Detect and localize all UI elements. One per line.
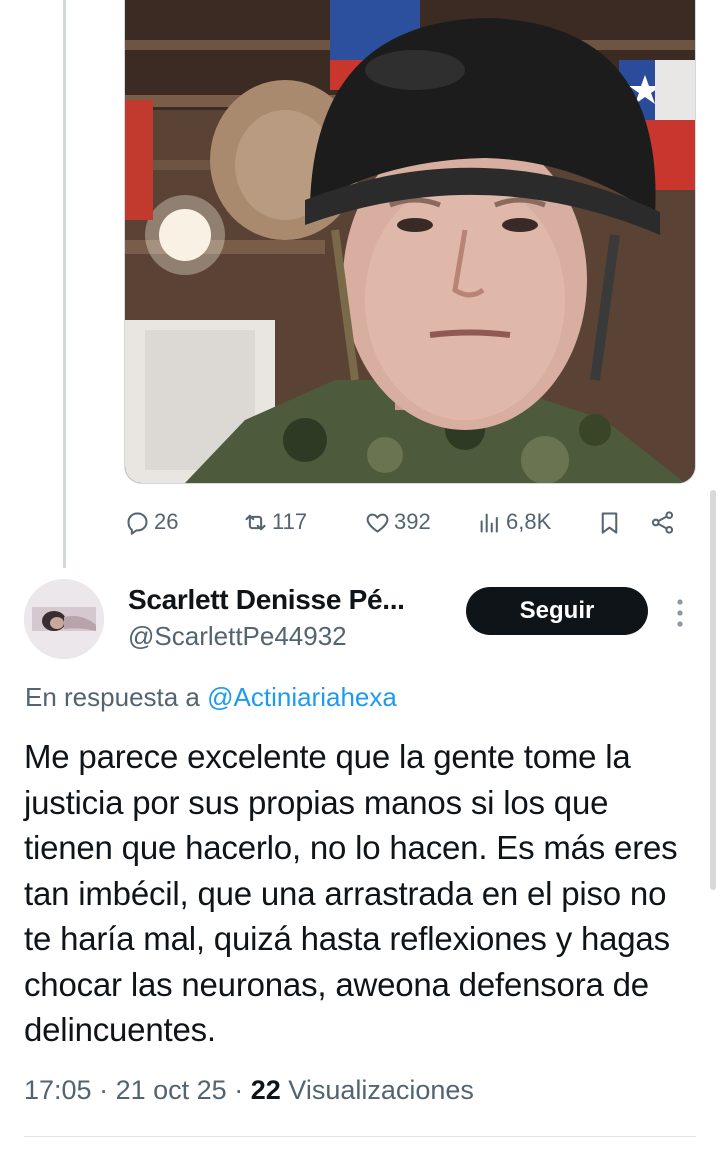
reply-icon: [127, 511, 148, 535]
share-icon: [651, 510, 674, 534]
scrollbar[interactable]: [710, 490, 716, 890]
avatar-photo-icon: [24, 579, 104, 659]
tweet-meta: 17:05 · 21 oct 25 · 22 Visualizaciones: [24, 1075, 474, 1106]
views-count: 6,8K: [506, 509, 552, 534]
thread-connector-line: [63, 0, 66, 568]
views-total[interactable]: 22: [251, 1075, 281, 1105]
tweet-time[interactable]: 17:05: [24, 1075, 92, 1105]
reply-mention-link[interactable]: @Actiniariahexa: [207, 682, 397, 712]
like-button[interactable]: 392: [364, 502, 431, 542]
views-button[interactable]: 6,8K: [476, 502, 551, 542]
user-handle[interactable]: @ScarlettPe44932: [128, 621, 347, 652]
in-reply-prefix: En respuesta a: [25, 682, 200, 712]
retweet-button[interactable]: 117: [242, 502, 307, 542]
in-reply-to: En respuesta a @Actiniariahexa: [25, 682, 397, 713]
photo-soldier-helmet: [125, 0, 695, 483]
meta-separator: ·: [234, 1075, 244, 1105]
vertical-dots-icon: [677, 599, 683, 627]
follow-button[interactable]: Seguir: [466, 587, 648, 635]
display-name[interactable]: Scarlett Denisse Pé...: [128, 584, 405, 616]
reply-button[interactable]: 26: [124, 502, 178, 542]
reply-count: 26: [154, 509, 179, 534]
tweet-actions: 26 117 392 6,8K: [124, 502, 694, 542]
retweet-icon: [245, 514, 266, 530]
divider: [24, 1136, 696, 1137]
tweet-text: Me parece excelente que la gente tome la…: [24, 738, 678, 1048]
analytics-icon: [480, 513, 498, 533]
meta-separator: ·: [99, 1075, 109, 1105]
heart-icon: [366, 513, 389, 533]
bookmark-icon: [601, 511, 618, 534]
avatar[interactable]: [24, 579, 104, 659]
tweet-date[interactable]: 21 oct 25: [116, 1075, 227, 1105]
share-button[interactable]: [649, 502, 679, 542]
views-label[interactable]: Visualizaciones: [288, 1075, 474, 1105]
retweet-count: 117: [272, 509, 308, 534]
bookmark-button[interactable]: [596, 502, 626, 542]
like-count: 392: [394, 509, 431, 534]
tweet-photo[interactable]: [124, 0, 696, 484]
more-options-button[interactable]: [666, 596, 694, 630]
